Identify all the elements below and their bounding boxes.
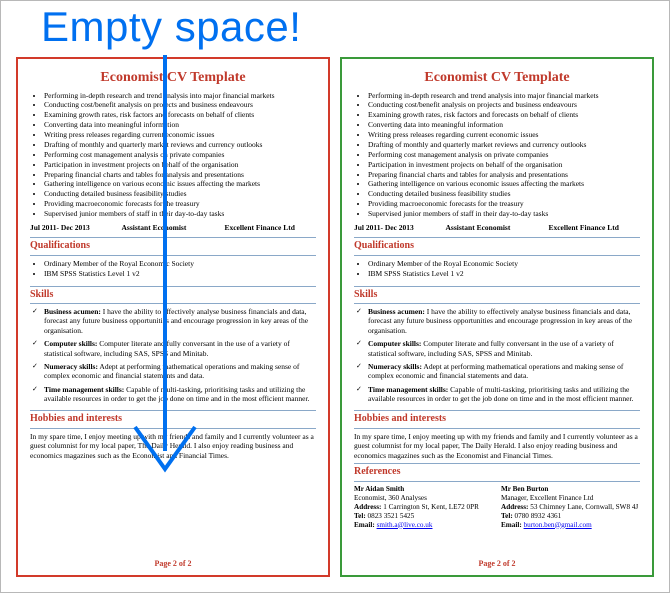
list-item: Time management skills: Capable of multi… <box>368 385 640 404</box>
list-item: Providing macroeconomic forecasts for th… <box>44 199 316 208</box>
ref-tel-label: Tel: <box>354 512 366 520</box>
ref-address: 1 Carrington St, Kent, LE72 0PR <box>381 503 478 511</box>
skills-list: Business acumen: I have the ability to e… <box>354 307 640 407</box>
skills-list: Business acumen: I have the ability to e… <box>30 307 316 407</box>
list-item: Computer skills: Computer literate and f… <box>368 339 640 358</box>
page-footer: Page 2 of 2 <box>30 559 316 569</box>
job-line: Jul 2011- Dec 2013 Assistant Economist E… <box>354 223 640 232</box>
list-item: Ordinary Member of the Royal Economic So… <box>368 259 640 268</box>
job-dates: Jul 2011- Dec 2013 <box>30 223 122 232</box>
list-item: Writing press releases regarding current… <box>368 130 640 139</box>
ref-name: Mr Aidan Smith <box>354 485 493 494</box>
cv-page-right: Economist CV Template Performing in-dept… <box>340 57 654 577</box>
cv-title: Economist CV Template <box>354 69 640 87</box>
job-role: Assistant Economist <box>122 223 225 232</box>
list-item: Providing macroeconomic forecasts for th… <box>368 199 640 208</box>
list-item: Supervised junior members of staff in th… <box>368 209 640 218</box>
list-item: Business acumen: I have the ability to e… <box>44 307 316 335</box>
skill-name: Numeracy skills: <box>368 362 422 371</box>
skill-name: Computer skills: <box>44 339 97 348</box>
list-item: Performing in-depth research and trend a… <box>368 91 640 100</box>
ref-tel: 0823 3521 5425 <box>366 512 415 520</box>
section-qualifications: Qualifications <box>354 237 640 256</box>
job-employer: Excellent Finance Ltd <box>224 223 316 232</box>
list-item: Numeracy skills: Adept at performing mat… <box>368 362 640 381</box>
list-item: Examining growth rates, risk factors and… <box>44 110 316 119</box>
list-item: Writing press releases regarding current… <box>44 130 316 139</box>
skill-name: Computer skills: <box>368 339 421 348</box>
list-item: Conducting cost/benefit analysis on proj… <box>368 100 640 109</box>
skill-name: Time management skills: <box>368 385 448 394</box>
ref-tel-label: Tel: <box>501 512 513 520</box>
job-role: Assistant Economist <box>446 223 549 232</box>
skill-name: Business acumen: <box>368 307 425 316</box>
qualifications-list: Ordinary Member of the Royal Economic So… <box>354 259 640 279</box>
list-item: Ordinary Member of the Royal Economic So… <box>44 259 316 268</box>
ref-address: 53 Chimney Lane, Cornwall, SW8 4J <box>528 503 638 511</box>
list-item: Computer skills: Computer literate and f… <box>44 339 316 358</box>
list-item: Conducting cost/benefit analysis on proj… <box>44 100 316 109</box>
section-references: References <box>354 463 640 482</box>
duties-list: Performing in-depth research and trend a… <box>354 91 640 219</box>
page-comparison: Economist CV Template Performing in-dept… <box>16 57 654 577</box>
list-item: Examining growth rates, risk factors and… <box>368 110 640 119</box>
ref-title: Economist, 360 Analyses <box>354 494 493 503</box>
skill-name: Numeracy skills: <box>44 362 98 371</box>
list-item: Drafting of monthly and quarterly market… <box>44 140 316 149</box>
list-item: Time management skills: Capable of multi… <box>44 385 316 404</box>
ref-tel: 0780 8932 4361 <box>513 512 562 520</box>
list-item: Preparing financial charts and tables fo… <box>368 170 640 179</box>
references-block: Mr Aidan Smith Economist, 360 Analyses A… <box>354 485 640 530</box>
list-item: Performing cost management analysis on p… <box>368 150 640 159</box>
list-item: Converting data into meaningful informat… <box>44 120 316 129</box>
ref-name: Mr Ben Burton <box>501 485 640 494</box>
list-item: Participation in investment projects on … <box>44 160 316 169</box>
hobbies-text: In my spare time, I enjoy meeting up wit… <box>354 432 640 460</box>
skill-name: Time management skills: <box>44 385 124 394</box>
list-item: Drafting of monthly and quarterly market… <box>368 140 640 149</box>
list-item: Gathering intelligence on various econom… <box>368 179 640 188</box>
list-item: Conducting detailed business feasibility… <box>44 189 316 198</box>
ref-title: Manager, Excellent Finance Ltd <box>501 494 640 503</box>
list-item: Numeracy skills: Adept at performing mat… <box>44 362 316 381</box>
ref-address-label: Address: <box>354 503 381 511</box>
ref-email-link[interactable]: burton.ben@gmail.com <box>524 521 592 529</box>
reference-2: Mr Ben Burton Manager, Excellent Finance… <box>501 485 640 530</box>
list-item: Performing in-depth research and trend a… <box>44 91 316 100</box>
skill-name: Business acumen: <box>44 307 101 316</box>
page-footer: Page 2 of 2 <box>354 559 640 569</box>
ref-email-label: Email: <box>354 521 375 529</box>
qualifications-list: Ordinary Member of the Royal Economic So… <box>30 259 316 279</box>
job-line: Jul 2011- Dec 2013 Assistant Economist E… <box>30 223 316 232</box>
list-item: IBM SPSS Statistics Level 1 v2 <box>44 269 316 278</box>
duties-list: Performing in-depth research and trend a… <box>30 91 316 219</box>
section-hobbies: Hobbies and interests <box>30 410 316 429</box>
list-item: Supervised junior members of staff in th… <box>44 209 316 218</box>
section-hobbies: Hobbies and interests <box>354 410 640 429</box>
cv-page-left: Economist CV Template Performing in-dept… <box>16 57 330 577</box>
cv-title: Economist CV Template <box>30 69 316 87</box>
section-qualifications: Qualifications <box>30 237 316 256</box>
list-item: Preparing financial charts and tables fo… <box>44 170 316 179</box>
annotation-label: Empty space! <box>41 3 301 51</box>
hobbies-text: In my spare time, I enjoy meeting up wit… <box>30 432 316 460</box>
list-item: Performing cost management analysis on p… <box>44 150 316 159</box>
reference-1: Mr Aidan Smith Economist, 360 Analyses A… <box>354 485 493 530</box>
list-item: Converting data into meaningful informat… <box>368 120 640 129</box>
ref-email-link[interactable]: smith.a@live.co.uk <box>377 521 433 529</box>
section-skills: Skills <box>354 286 640 305</box>
list-item: Participation in investment projects on … <box>368 160 640 169</box>
ref-email-label: Email: <box>501 521 522 529</box>
list-item: Business acumen: I have the ability to e… <box>368 307 640 335</box>
empty-space <box>30 460 316 555</box>
list-item: Conducting detailed business feasibility… <box>368 189 640 198</box>
spacer <box>354 530 640 556</box>
job-dates: Jul 2011- Dec 2013 <box>354 223 446 232</box>
list-item: IBM SPSS Statistics Level 1 v2 <box>368 269 640 278</box>
section-skills: Skills <box>30 286 316 305</box>
ref-address-label: Address: <box>501 503 528 511</box>
job-employer: Excellent Finance Ltd <box>548 223 640 232</box>
list-item: Gathering intelligence on various econom… <box>44 179 316 188</box>
